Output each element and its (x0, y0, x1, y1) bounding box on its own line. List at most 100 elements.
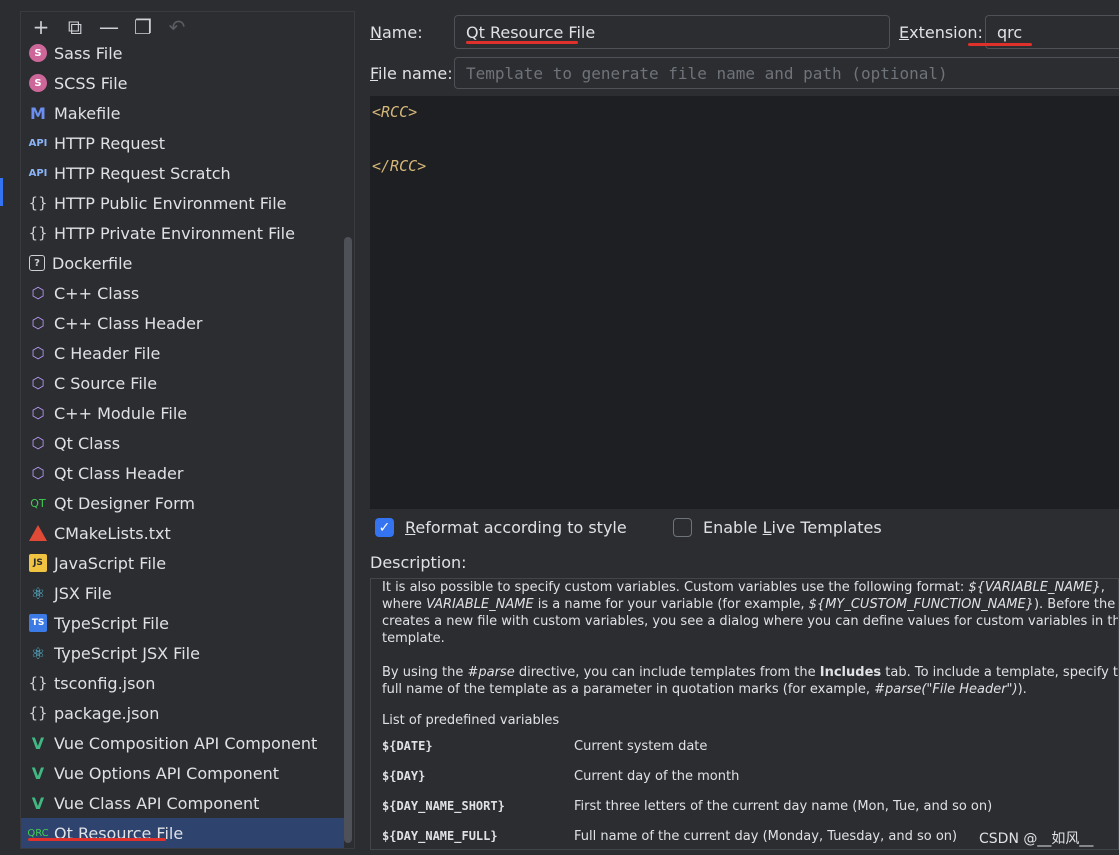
annotation-underline-list (28, 838, 166, 841)
annotation-underline-extension (968, 43, 1032, 46)
template-list-item-label: Qt Class (54, 433, 121, 453)
template-list-item[interactable]: ⬡ C++ Class Header (21, 308, 344, 338)
template-list-item[interactable]: ⚛ JSX File (21, 578, 344, 608)
template-list-item-label: TypeScript JSX File (54, 643, 200, 663)
template-list-item[interactable]: V Vue Options API Component (21, 758, 344, 788)
editor-line-1: <RCC> (372, 103, 418, 121)
filename-field[interactable]: Template to generate file name and path … (454, 57, 1119, 89)
dockerfile-icon: ? (29, 255, 45, 271)
variable-row: ${DAY} Current day of the month (382, 769, 1118, 789)
variable-name: ${DAY} (382, 769, 426, 783)
template-list-item[interactable]: ⬡ C Header File (21, 338, 344, 368)
template-list-item-label: C++ Module File (54, 403, 188, 423)
reformat-label: Reformat according to style (405, 518, 627, 537)
template-list-item[interactable]: ⬡ Qt Class Header (21, 458, 344, 488)
template-list-item[interactable]: TS TypeScript File (21, 608, 344, 638)
sass-icon: S (29, 74, 47, 92)
list-scrollbar[interactable] (344, 237, 352, 843)
template-list-item[interactable]: {} HTTP Public Environment File (21, 188, 344, 218)
template-list-item-label: Qt Designer Form (54, 493, 196, 513)
template-list-item-label: Vue Composition API Component (54, 733, 318, 753)
cmake-icon (29, 525, 47, 541)
template-list-item[interactable]: M Makefile (21, 98, 344, 128)
cpp-icon: ⬡ (31, 434, 45, 452)
react-icon: ⚛ (30, 643, 46, 663)
template-list-item[interactable]: {} package.json (21, 698, 344, 728)
live-templates-checkbox[interactable] (673, 518, 692, 537)
template-list-item[interactable]: QRC Qt Resource File (21, 818, 344, 848)
cpp-icon: ⬡ (31, 344, 45, 362)
name-label: Name: (370, 23, 423, 42)
annotation-underline-name (466, 41, 578, 44)
api-icon: API (28, 137, 48, 149)
template-list-item-label: C++ Class Header (54, 313, 203, 333)
template-list-item[interactable]: API HTTP Request Scratch (21, 158, 344, 188)
braces-icon: {} (28, 704, 48, 722)
template-list-item-label: HTTP Public Environment File (54, 193, 287, 213)
template-list-item[interactable]: QT Qt Designer Form (21, 488, 344, 518)
braces-icon: {} (28, 194, 48, 212)
variable-row: ${DAY_NAME_SHORT} First three letters of… (382, 799, 1118, 819)
template-list-item[interactable]: {} tsconfig.json (21, 668, 344, 698)
typescript-icon: TS (29, 614, 47, 632)
watermark: CSDN @__如风__ (979, 831, 1094, 847)
variable-description: First three letters of the current day n… (574, 799, 993, 814)
description-label: Description: (370, 553, 467, 572)
template-list-item[interactable]: ? Dockerfile (21, 248, 344, 278)
template-list-item-label: HTTP Request Scratch (54, 163, 231, 183)
template-list-panel: + ⧉ — ❐ ↶ S Sass File S SCSS File M Makefile A… (20, 11, 355, 849)
description-paragraph-2: By using the #parse directive, you can i… (382, 665, 1119, 697)
add-icon[interactable]: + (27, 13, 55, 41)
template-list-item[interactable]: ⬡ C++ Module File (21, 398, 344, 428)
variable-row: ${DATE} Current system date (382, 739, 1118, 759)
cpp-icon: ⬡ (31, 374, 45, 392)
extension-label: Extension: (899, 23, 983, 42)
braces-icon: {} (28, 674, 48, 692)
reformat-option[interactable]: ✓ Reformat according to style (375, 518, 627, 537)
undo-icon[interactable]: ↶ (163, 13, 191, 41)
editor-line-4: </RCC> (372, 157, 427, 175)
javascript-icon: JS (29, 554, 47, 572)
template-list-item-label: Sass File (54, 43, 123, 63)
template-list-item[interactable]: ⚛ TypeScript JSX File (21, 638, 344, 668)
vue-icon: V (31, 793, 45, 813)
variable-description: Full name of the current day (Monday, Tu… (574, 829, 958, 844)
variable-name: ${DAY_NAME_FULL} (382, 829, 498, 843)
template-list-item-label: Dockerfile (52, 253, 133, 273)
template-list-item-label: tsconfig.json (54, 673, 156, 693)
variables-list-title: List of predefined variables (382, 713, 560, 728)
template-list: S Sass File S SCSS File M Makefile API HTTP Req… (21, 38, 344, 848)
template-list-item[interactable]: V Vue Composition API Component (21, 728, 344, 758)
template-list-item[interactable]: ⬡ C Source File (21, 368, 344, 398)
template-list-item[interactable]: API HTTP Request (21, 128, 344, 158)
template-list-item-label: Vue Class API Component (54, 793, 260, 813)
left-edge-strip (0, 0, 20, 855)
template-list-item[interactable]: S SCSS File (21, 68, 344, 98)
template-list-item[interactable]: ⬡ C++ Class (21, 278, 344, 308)
template-list-item[interactable]: V Vue Class API Component (21, 788, 344, 818)
duplicate-icon[interactable]: ❐ (129, 13, 157, 41)
add-child-icon[interactable]: ⧉ (61, 13, 89, 41)
template-list-item[interactable]: ⬡ Qt Class (21, 428, 344, 458)
vue-icon: V (31, 733, 45, 753)
live-templates-option[interactable]: Enable Live Templates (673, 518, 882, 537)
template-code-editor[interactable]: <RCC> </RCC> (370, 96, 1119, 509)
template-list-item-label: JSX File (54, 583, 112, 603)
template-list-item-label: SCSS File (54, 73, 128, 93)
remove-icon[interactable]: — (95, 13, 123, 41)
makefile-icon: M (30, 103, 46, 123)
template-list-item[interactable]: CMakeLists.txt (21, 518, 344, 548)
description-paragraph-1: It is also possible to specify custom va… (382, 580, 1118, 646)
description-panel: It is also possible to specify custom va… (370, 578, 1119, 850)
template-list-item-label: JavaScript File (54, 553, 167, 573)
template-list-item[interactable]: S Sass File (21, 38, 344, 68)
template-list-item-label: Vue Options API Component (54, 763, 280, 783)
template-list-item-label: package.json (54, 703, 160, 723)
sass-icon: S (29, 44, 47, 62)
template-list-item[interactable]: JS JavaScript File (21, 548, 344, 578)
cpp-icon: ⬡ (31, 314, 45, 332)
template-list-item[interactable]: {} HTTP Private Environment File (21, 218, 344, 248)
braces-icon: {} (28, 224, 48, 242)
react-icon: ⚛ (30, 583, 46, 603)
reformat-checkbox[interactable]: ✓ (375, 518, 394, 537)
